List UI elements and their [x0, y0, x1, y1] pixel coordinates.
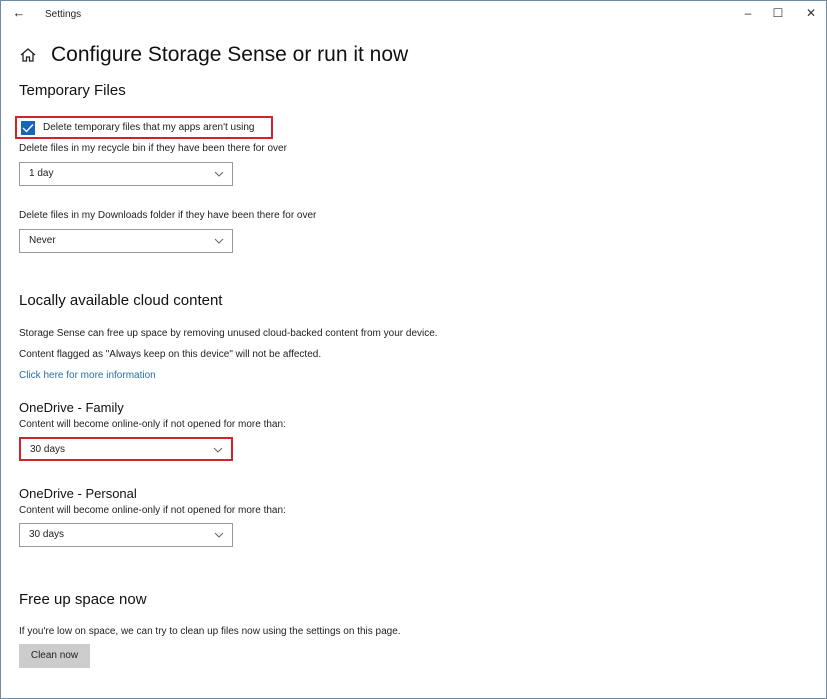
temporary-files-heading: Temporary Files: [19, 82, 126, 99]
onedrive-family-label: Content will become online-only if not o…: [19, 419, 286, 430]
clean-now-button[interactable]: Clean now: [19, 644, 90, 668]
onedrive-personal-heading: OneDrive - Personal: [19, 486, 137, 501]
cloud-content-heading: Locally available cloud content: [19, 292, 223, 309]
chevron-down-icon: [214, 532, 224, 538]
chevron-down-icon: [214, 171, 224, 177]
close-button[interactable]: ✕: [796, 5, 826, 25]
free-up-space-description: If you're low on space, we can try to cl…: [19, 626, 401, 637]
maximize-icon: ☐: [772, 6, 784, 20]
page-header: Configure Storage Sense or run it now: [19, 43, 408, 67]
onedrive-personal-dropdown[interactable]: 30 days: [19, 523, 233, 547]
downloads-value: Never: [29, 235, 56, 246]
minimize-button[interactable]: –: [733, 5, 763, 25]
checkmark-icon: [22, 123, 34, 133]
back-arrow-icon: ←: [12, 5, 26, 20]
onedrive-family-value: 30 days: [30, 444, 66, 455]
title-bar: ← Settings – ☐ ✕: [1, 1, 826, 31]
chevron-down-icon: [213, 447, 223, 453]
onedrive-personal-label: Content will become online-only if not o…: [19, 505, 286, 516]
close-icon: ✕: [805, 6, 817, 20]
page-title: Configure Storage Sense or run it now: [51, 43, 409, 66]
back-button[interactable]: ←: [9, 3, 29, 23]
more-info-link[interactable]: Click here for more information: [19, 370, 156, 381]
recycle-bin-value: 1 day: [29, 168, 54, 179]
app-title: Settings: [45, 9, 82, 20]
cloud-description-1: Storage Sense can free up space by remov…: [19, 328, 438, 339]
free-up-space-heading: Free up space now: [19, 591, 147, 608]
recycle-bin-label: Delete files in my recycle bin if they h…: [19, 143, 287, 154]
chevron-down-icon: [214, 238, 224, 244]
recycle-bin-dropdown[interactable]: 1 day: [19, 162, 233, 186]
downloads-dropdown[interactable]: Never: [19, 229, 233, 253]
onedrive-personal-value: 30 days: [29, 529, 65, 540]
home-icon[interactable]: [19, 46, 37, 64]
delete-temp-files-label: Delete temporary files that my apps aren…: [43, 122, 255, 133]
downloads-label: Delete files in my Downloads folder if t…: [19, 210, 317, 221]
onedrive-family-heading: OneDrive - Family: [19, 400, 124, 415]
settings-window: ← Settings – ☐ ✕ Configure Storage Sense…: [0, 0, 827, 699]
onedrive-family-dropdown[interactable]: 30 days: [19, 437, 233, 461]
maximize-button[interactable]: ☐: [763, 5, 793, 25]
minimize-icon: –: [744, 6, 752, 20]
delete-temp-files-checkbox-row[interactable]: Delete temporary files that my apps aren…: [15, 116, 273, 139]
cloud-description-2: Content flagged as "Always keep on this …: [19, 349, 322, 360]
delete-temp-files-checkbox[interactable]: [21, 120, 35, 135]
